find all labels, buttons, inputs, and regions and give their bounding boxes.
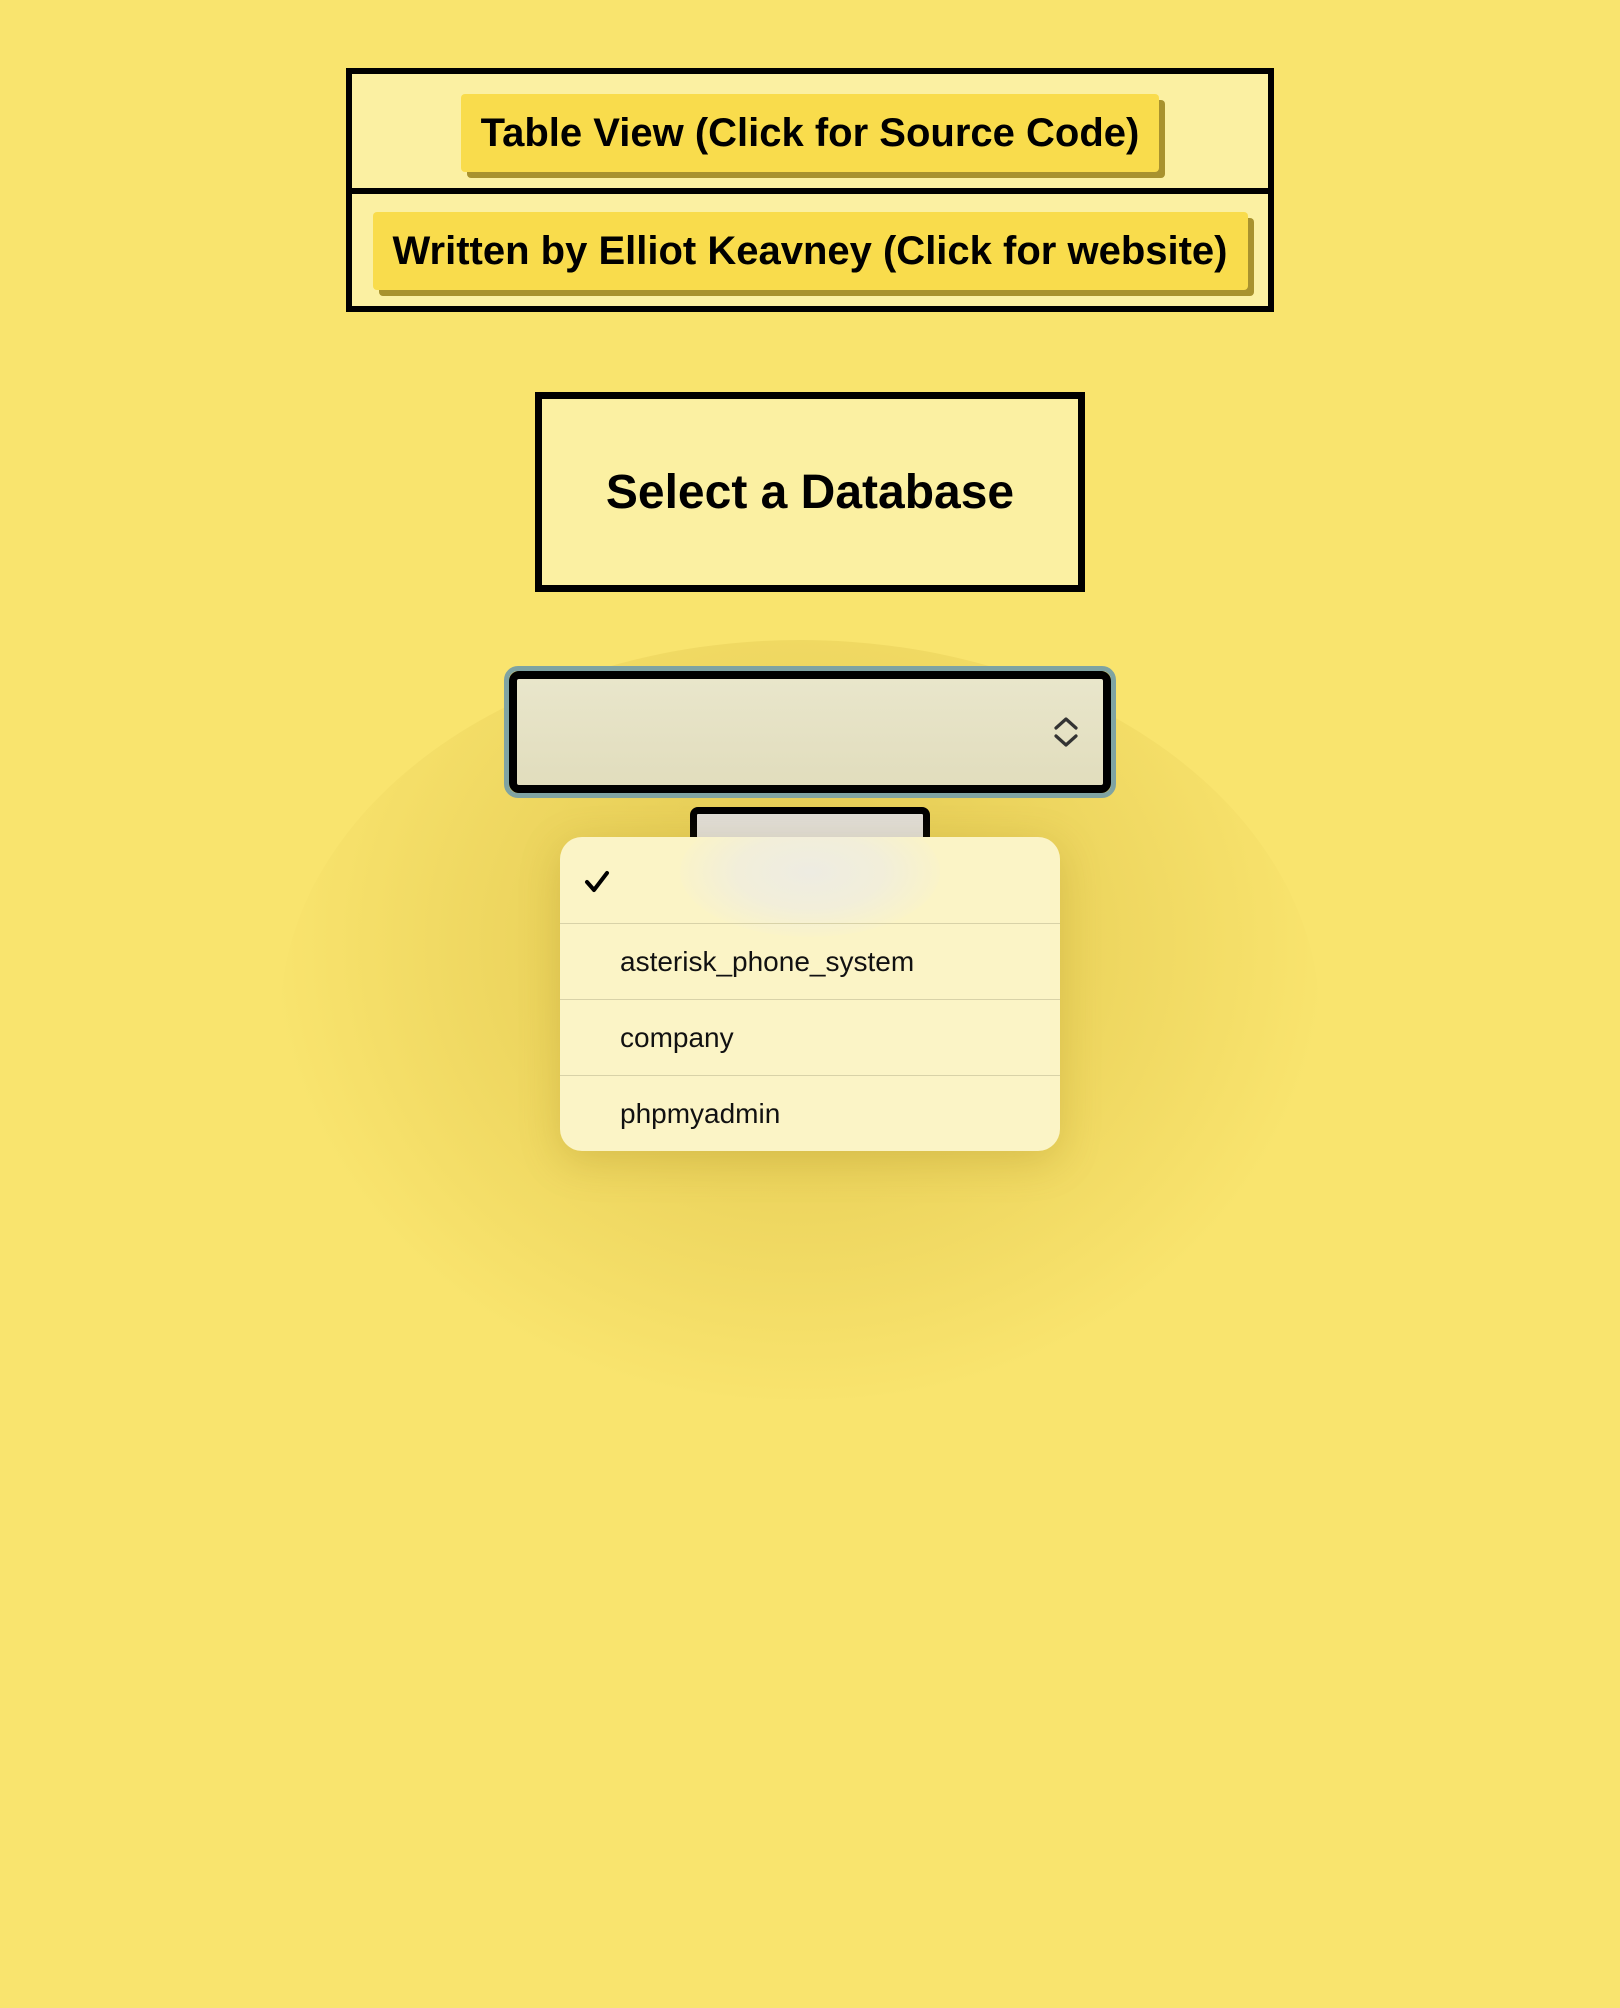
dropdown-option-phpmyadmin[interactable]: phpmyadmin (560, 1076, 1060, 1151)
database-dropdown-menu: asterisk_phone_system company phpmyadmin (560, 837, 1060, 1151)
author-website-link-button[interactable]: Written by Elliot Keavney (Click for web… (372, 212, 1248, 290)
source-code-link-button[interactable]: Table View (Click for Source Code) (460, 94, 1160, 172)
checkmark-icon (585, 871, 609, 892)
dropdown-option-label: company (620, 1021, 734, 1053)
dropdown-option-label: phpmyadmin (620, 1097, 781, 1129)
title-box: Select a Database (535, 392, 1085, 592)
dropdown-option-empty[interactable] (560, 837, 1060, 924)
header-box: Table View (Click for Source Code) Writt… (346, 68, 1274, 312)
header-row-source: Table View (Click for Source Code) (352, 74, 1268, 194)
chevron-up-down-icon (1054, 717, 1078, 747)
dropdown-option-label: asterisk_phone_system (620, 945, 915, 977)
page-title: Select a Database (605, 465, 1015, 519)
dropdown-option-asterisk-phone-system[interactable]: asterisk_phone_system (560, 924, 1060, 1000)
header-row-author: Written by Elliot Keavney (Click for web… (352, 194, 1268, 306)
database-select[interactable] (509, 671, 1111, 793)
dropdown-option-company[interactable]: company (560, 1000, 1060, 1076)
